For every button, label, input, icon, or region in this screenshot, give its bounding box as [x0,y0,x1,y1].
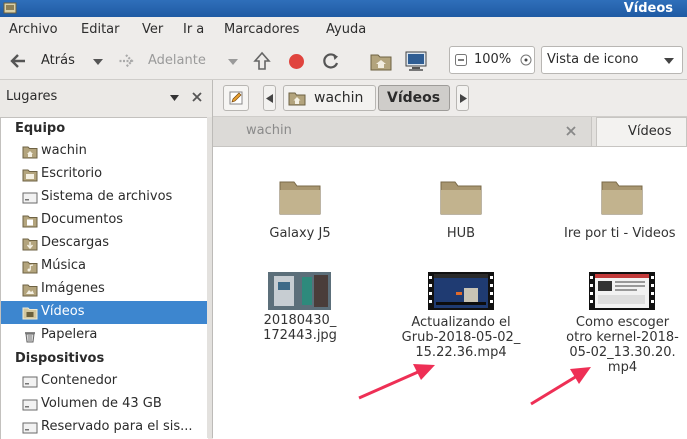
sidebar-item-label: Documentos [41,212,124,227]
videos-folder-icon [22,307,38,320]
trash-icon [25,332,35,343]
file-manager-icon [3,2,17,14]
section-equipo: Equipo [15,121,66,136]
drive-icon [22,192,38,204]
sidebar-item-contenedor[interactable]: Contenedor [1,370,208,393]
home-folder-icon [22,146,38,159]
chevron-down-icon [664,58,674,64]
tab-wachin[interactable]: wachin [213,117,592,146]
places-list: Equipo wachin Escritorio Sistema de arch… [0,117,208,439]
sidebar-item-volumen-43gb[interactable]: Volumen de 43 GB [1,393,208,416]
zoom-level: 100% [474,52,512,67]
reload-icon[interactable] [322,52,340,70]
drive-icon [22,399,38,411]
sidebar-item-musica[interactable]: Música [1,255,208,278]
sidebar-header: Lugares [0,80,212,116]
forward-history-chevron-icon[interactable] [228,59,238,65]
pictures-folder-icon [22,284,38,297]
title-bar: Vídeos [0,0,687,17]
sidebar-item-imagenes[interactable]: Imágenes [1,278,208,301]
edit-location-button[interactable] [223,85,249,111]
forward-arrow-icon [119,54,134,68]
sidebar-item-label: Descargas [41,235,110,250]
desktop-folder-icon [22,169,38,182]
sidebar-item-label: Volumen de 43 GB [41,396,162,411]
stop-icon[interactable] [288,53,305,70]
tab-label: Vídeos [628,124,672,139]
sidebar-item-videos[interactable]: Vídeos [1,301,208,324]
view-mode-select[interactable]: Vista de icono [541,46,683,74]
home-folder-icon[interactable] [370,52,392,71]
menu-marcadores[interactable]: Marcadores [224,22,299,37]
zoom-control: 100% [449,46,535,74]
path-segment-videos[interactable]: Vídeos [378,85,450,111]
places-sidebar: Lugares Equipo wachin Escritorio Sistema… [0,80,213,439]
close-tab-icon[interactable] [566,126,576,136]
sidebar-scrollbar[interactable] [207,117,212,438]
sidebar-item-label: Escritorio [41,166,103,181]
path-segment-label: wachin [314,90,364,106]
sidebar-item-wachin[interactable]: wachin [1,140,208,163]
path-scroll-right[interactable] [456,85,469,111]
sidebar-title[interactable]: Lugares [6,89,57,104]
sidebar-item-sistema-de-archivos[interactable]: Sistema de archivos [1,186,208,209]
sidebar-item-documentos[interactable]: Documentos [1,209,208,232]
sidebar-item-papelera[interactable]: Papelera [1,324,208,347]
back-history-chevron-icon[interactable] [93,59,103,65]
sidebar-item-reservado[interactable]: Reservado para el sis... [1,416,208,439]
sidebar-item-label: Reservado para el sis... [41,419,193,434]
menu-ver[interactable]: Ver [142,22,163,37]
sidebar-item-label: Imágenes [41,281,105,296]
sidebar-menu-chevron-icon[interactable] [170,95,179,101]
forward-button[interactable]: Adelante [148,50,206,72]
sidebar-item-label: Papelera [41,327,98,342]
menu-ayuda[interactable]: Ayuda [326,22,366,37]
close-sidebar-icon[interactable] [192,92,202,102]
sidebar-item-label: Música [41,258,86,273]
back-arrow-icon[interactable] [9,53,27,69]
path-bar: wachin Vídeos [213,80,687,116]
sidebar-item-label: Vídeos [41,304,85,319]
annotation-arrow [358,364,435,400]
sidebar-item-label: wachin [41,143,87,158]
menu-ir-a[interactable]: Ir a [183,22,204,37]
path-segment-label: Vídeos [387,90,441,106]
tab-label: wachin [246,123,292,138]
sidebar-item-descargas[interactable]: Descargas [1,232,208,255]
tab-videos[interactable]: Vídeos [596,117,687,147]
documents-folder-icon [22,215,38,228]
zoom-reset-icon[interactable] [520,54,532,66]
zoom-out-icon[interactable] [455,54,467,66]
computer-icon[interactable] [404,51,428,72]
back-button[interactable]: Atrás [41,50,75,72]
up-arrow-icon[interactable] [253,51,271,71]
drive-icon [22,422,38,434]
drive-icon [22,376,38,388]
path-segment-wachin[interactable]: wachin [283,85,376,111]
sidebar-item-label: Sistema de archivos [41,189,173,204]
path-scroll-left[interactable] [263,85,276,111]
menu-editar[interactable]: Editar [81,22,120,37]
downloads-folder-icon [22,238,38,251]
pencil-icon [229,91,243,105]
menu-bar: Archivo Editar Ver Ir a Marcadores Ayuda [0,17,687,43]
annotation-arrow [530,367,591,406]
chevron-right-icon [460,94,467,103]
section-dispositivos: Dispositivos [15,351,105,366]
view-mode-value: Vista de icono [547,52,639,67]
music-folder-icon [22,261,38,274]
annotation-arrows [358,364,591,406]
tab-bar: wachin Vídeos [213,116,687,147]
chevron-left-icon [266,94,273,103]
sidebar-item-escritorio[interactable]: Escritorio [1,163,208,186]
home-folder-icon [288,92,306,106]
file-view: Galaxy J5 HUB Ire por ti - Videos 201804… [213,146,687,439]
menu-archivo[interactable]: Archivo [9,22,58,37]
main-pane: wachin Vídeos wachin Vídeos Galaxy J5 HU… [213,80,687,439]
sidebar-item-label: Contenedor [41,373,118,388]
window-title: Vídeos [623,1,673,16]
